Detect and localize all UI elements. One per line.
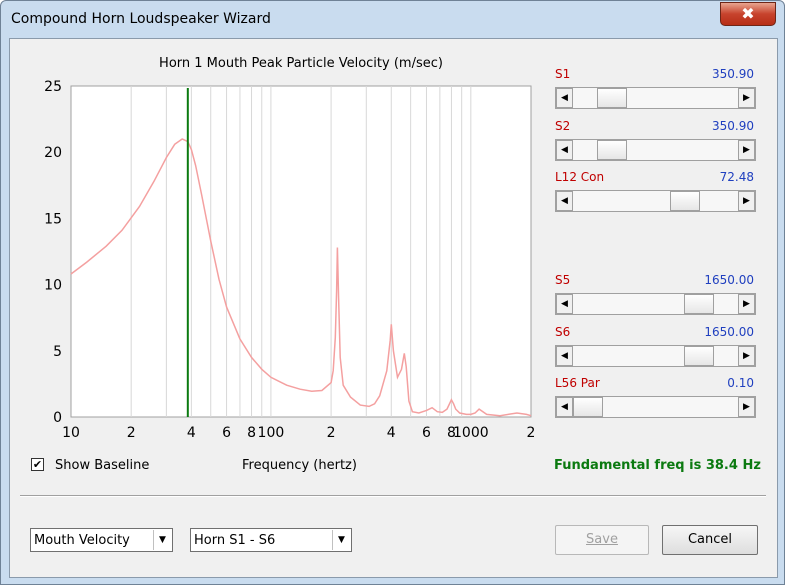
scroll-right-icon[interactable]: ▶	[738, 140, 755, 160]
slider-value: 72.48	[719, 170, 754, 184]
x-tick-label: 6	[422, 425, 431, 441]
scroll-right-icon[interactable]: ▶	[738, 397, 755, 417]
x-tick-label: 2	[127, 425, 136, 441]
scroll-right-icon[interactable]: ▶	[738, 88, 755, 108]
y-tick-label: 0	[53, 410, 62, 426]
show-baseline-checkbox[interactable]: ✔	[31, 458, 44, 471]
slider-label: S5	[555, 273, 571, 287]
parameter-scrollbar[interactable]: ◀ ▶	[555, 87, 756, 109]
scroll-left-icon[interactable]: ◀	[556, 346, 573, 366]
scroll-track[interactable]	[573, 294, 738, 314]
scroll-track[interactable]	[573, 397, 738, 417]
x-tick-label: 100	[258, 425, 285, 441]
scroll-right-icon[interactable]: ▶	[738, 294, 755, 314]
scroll-left-icon[interactable]: ◀	[556, 88, 573, 108]
scroll-left-icon[interactable]: ◀	[556, 397, 573, 417]
horn-section-value: Horn S1 - S6	[194, 533, 276, 548]
y-tick-label: 20	[44, 145, 62, 161]
scroll-thumb[interactable]	[597, 140, 628, 160]
scroll-thumb[interactable]	[597, 88, 628, 108]
x-tick-label: 8	[247, 425, 256, 441]
chart-title: Horn 1 Mouth Peak Particle Velocity (m/s…	[159, 56, 443, 71]
slider-value: 1650.00	[704, 325, 754, 339]
scroll-track[interactable]	[573, 140, 738, 160]
x-tick-label: 2	[327, 425, 336, 441]
scroll-right-icon[interactable]: ▶	[738, 346, 755, 366]
x-tick-label: 4	[187, 425, 196, 441]
x-axis-title: Frequency (hertz)	[242, 458, 357, 473]
slider-label: S1	[555, 67, 571, 81]
chevron-down-icon[interactable]: ▼	[332, 530, 350, 550]
slider-value: 350.90	[712, 67, 754, 81]
scroll-right-icon[interactable]: ▶	[738, 191, 755, 211]
scroll-thumb[interactable]	[683, 346, 714, 366]
x-tick-label: 2	[527, 425, 536, 441]
x-tick-label: 6	[222, 425, 231, 441]
scroll-left-icon[interactable]: ◀	[556, 140, 573, 160]
horn-section-dropdown[interactable]: Horn S1 - S6 ▼	[190, 528, 352, 552]
slider-value: 350.90	[712, 119, 754, 133]
close-button[interactable]: ✖	[720, 2, 776, 26]
scroll-track[interactable]	[573, 88, 738, 108]
scroll-track[interactable]	[573, 346, 738, 366]
title-bar[interactable]: Compound Horn Loudspeaker Wizard ✖	[1, 1, 784, 37]
scroll-thumb[interactable]	[683, 294, 714, 314]
slider-label: L56 Par	[555, 376, 600, 390]
parameter-scrollbar[interactable]: ◀ ▶	[555, 190, 756, 212]
parameter-scrollbar[interactable]: ◀ ▶	[555, 293, 756, 315]
save-button[interactable]: Save	[555, 525, 649, 555]
scroll-track[interactable]	[573, 191, 738, 211]
parameter-scrollbar[interactable]: ◀ ▶	[555, 345, 756, 367]
fundamental-frequency-text: Fundamental freq is 38.4 Hz	[554, 458, 761, 473]
y-tick-label: 15	[44, 211, 62, 227]
x-tick-label: 10	[62, 425, 80, 441]
slider-label: L12 Con	[555, 170, 605, 184]
scroll-left-icon[interactable]: ◀	[556, 191, 573, 211]
separator-line	[20, 495, 766, 497]
x-tick-label: 4	[387, 425, 396, 441]
cancel-button[interactable]: Cancel	[662, 525, 758, 555]
y-tick-label: 10	[44, 278, 62, 294]
slider-value: 0.10	[727, 376, 754, 390]
dialog-window: Compound Horn Loudspeaker Wizard ✖ Horn …	[0, 0, 785, 585]
show-baseline-label[interactable]: Show Baseline	[55, 458, 149, 473]
close-icon: ✖	[741, 4, 755, 23]
slider-label: S2	[555, 119, 571, 133]
plot-type-value: Mouth Velocity	[34, 533, 130, 548]
slider-label: S6	[555, 325, 571, 339]
scroll-thumb[interactable]	[573, 397, 603, 417]
parameter-scrollbar[interactable]: ◀ ▶	[555, 396, 756, 418]
chevron-down-icon[interactable]: ▼	[153, 530, 171, 550]
x-tick-label: 1000	[453, 425, 489, 441]
y-tick-label: 5	[53, 344, 62, 360]
plot-type-dropdown[interactable]: Mouth Velocity ▼	[30, 528, 173, 552]
scroll-left-icon[interactable]: ◀	[556, 294, 573, 314]
dialog-client-area: Horn 1 Mouth Peak Particle Velocity (m/s…	[9, 38, 778, 578]
slider-value: 1650.00	[704, 273, 754, 287]
window-title: Compound Horn Loudspeaker Wizard	[11, 11, 271, 27]
y-tick-label: 25	[44, 79, 62, 95]
scroll-thumb[interactable]	[670, 191, 701, 211]
parameter-scrollbar[interactable]: ◀ ▶	[555, 139, 756, 161]
